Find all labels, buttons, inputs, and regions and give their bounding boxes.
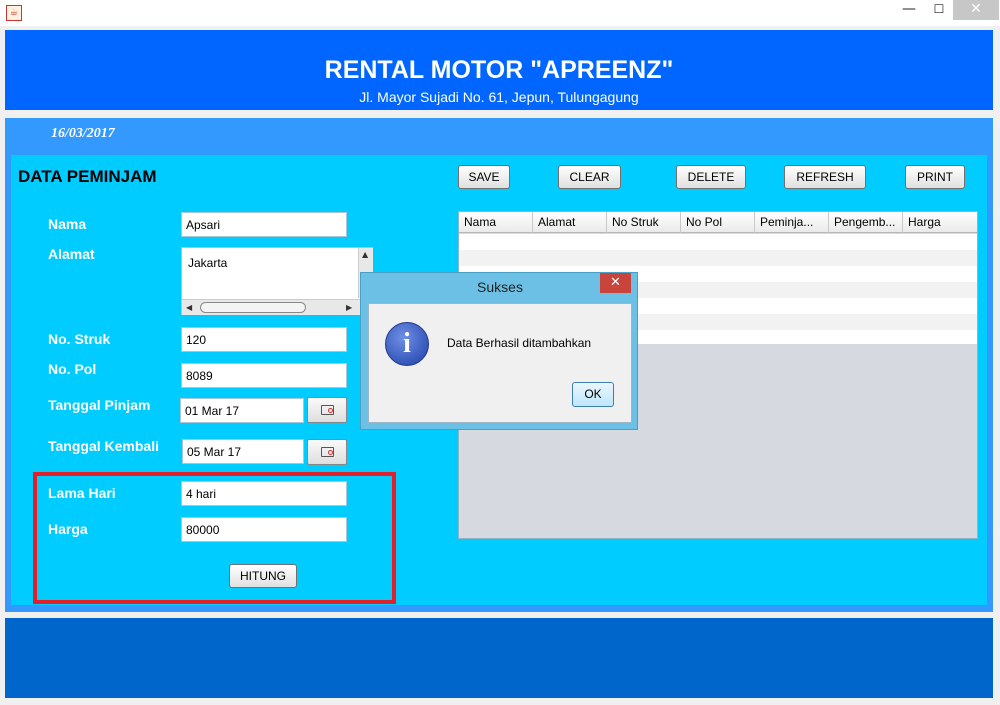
nama-label: Nama [48,216,87,232]
window-titlebar: ☕ — ☐ ✕ [0,0,1000,26]
app-footer [5,618,993,698]
alamat-value: Jakarta [188,256,228,270]
column-header[interactable]: Harga [903,212,977,233]
no-struk-label: No. Struk [48,331,111,347]
clear-button[interactable]: CLEAR [558,165,621,189]
column-header[interactable]: No Struk [607,212,681,233]
horizontal-scroll-thumb[interactable] [200,302,306,313]
column-header[interactable]: Nama [459,212,533,233]
tanggal-kembali-calendar-button[interactable] [307,439,347,465]
table-row[interactable] [459,250,977,266]
scroll-right-arrow-icon[interactable]: ▶ [346,303,352,312]
scroll-up-arrow-icon[interactable]: ▲ [362,250,368,259]
dialog-close-button[interactable]: ✕ [600,273,631,293]
info-icon: i [385,322,429,366]
dialog-message: Data Berhasil ditambahkan [447,336,592,350]
refresh-button[interactable]: REFRESH [784,165,866,189]
no-pol-field[interactable]: 8089 [181,363,347,388]
alamat-horizontal-scrollbar[interactable]: ◀ ▶ [182,299,373,315]
dialog-title: Sukses [477,279,523,295]
alamat-textarea[interactable]: Jakarta ▲ ◀ ▶ [181,247,373,315]
app-title: RENTAL MOTOR "APREENZ" [324,56,674,84]
table-row[interactable] [459,234,977,250]
highlight-box [33,472,396,604]
column-header[interactable]: Pengemb... [829,212,903,233]
save-button[interactable]: SAVE [458,165,510,189]
table-header: Nama Alamat No Struk No Pol Peminja... P… [459,212,977,233]
app-header: RENTAL MOTOR "APREENZ" Jl. Mayor Sujadi … [5,30,993,110]
nama-field[interactable]: Apsari [181,212,347,237]
java-cup-icon: ☕ [6,5,22,21]
calendar-icon [321,405,334,415]
tanggal-kembali-label: Tanggal Kembali [48,438,159,454]
no-struk-field[interactable]: 120 [181,327,347,352]
minimize-button[interactable]: — [895,0,923,20]
column-header[interactable]: Peminja... [755,212,829,233]
maximize-button[interactable]: ☐ [925,0,953,20]
section-title: DATA PEMINJAM [18,167,157,186]
current-date: 16/03/2017 [51,126,115,141]
no-pol-label: No. Pol [48,361,97,377]
tanggal-pinjam-label: Tanggal Pinjam [48,397,151,413]
success-dialog: Sukses ✕ i Data Berhasil ditambahkan OK [360,272,638,430]
print-button[interactable]: PRINT [905,165,965,189]
tanggal-pinjam-calendar-button[interactable] [307,397,347,423]
delete-button[interactable]: DELETE [676,165,746,189]
column-header[interactable]: Alamat [533,212,607,233]
app-address: Jl. Mayor Sujadi No. 61, Jepun, Tulungag… [359,89,639,105]
ok-button[interactable]: OK [572,382,614,407]
tanggal-pinjam-field[interactable]: 01 Mar 17 [180,398,304,423]
calendar-icon [321,447,334,457]
dialog-body: i Data Berhasil ditambahkan OK [368,303,632,423]
tanggal-kembali-field[interactable]: 05 Mar 17 [182,439,304,464]
scroll-left-arrow-icon[interactable]: ◀ [186,303,192,312]
close-window-button[interactable]: ✕ [953,0,999,20]
column-header[interactable]: No Pol [681,212,755,233]
alamat-label: Alamat [48,246,95,262]
